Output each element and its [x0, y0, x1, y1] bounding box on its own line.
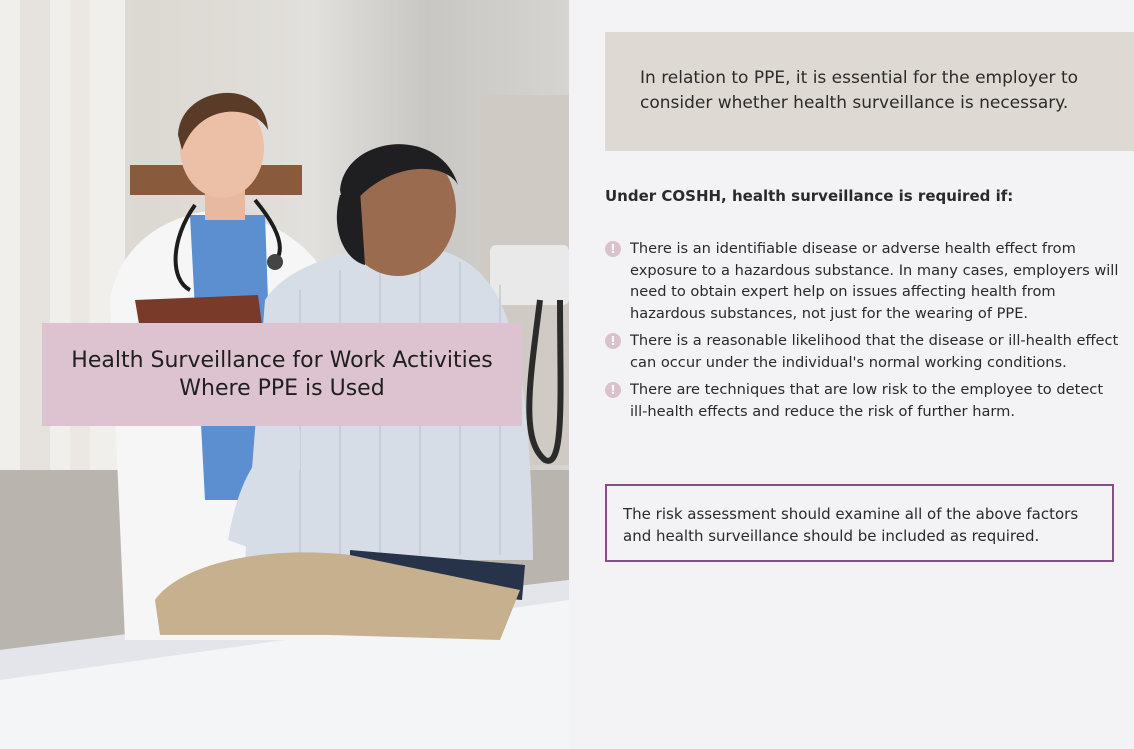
list-item: ! There are techniques that are low risk…: [605, 379, 1120, 422]
intro-text: In relation to PPE, it is essential for …: [640, 68, 1079, 113]
hero-title-card: Health Surveillance for Work Activities …: [42, 323, 522, 426]
exclamation-icon: !: [605, 382, 621, 398]
list-item-text: There are techniques that are low risk t…: [630, 381, 1104, 420]
note-text: The risk assessment should examine all o…: [623, 505, 1079, 545]
risk-assessment-note: The risk assessment should examine all o…: [605, 484, 1114, 562]
page-title: Health Surveillance for Work Activities …: [71, 347, 493, 401]
exclamation-icon: !: [605, 241, 621, 257]
coshh-requirements-list: ! There is an identifiable disease or ad…: [605, 238, 1120, 428]
hero-image: Health Surveillance for Work Activities …: [0, 0, 569, 749]
coshh-heading: Under COSHH, health surveillance is requ…: [605, 187, 1014, 205]
list-item: ! There is an identifiable disease or ad…: [605, 238, 1120, 324]
intro-callout: In relation to PPE, it is essential for …: [605, 32, 1134, 151]
exclamation-icon: !: [605, 333, 621, 349]
list-item-text: There is an identifiable disease or adve…: [630, 240, 1119, 322]
list-item: ! There is a reasonable likelihood that …: [605, 330, 1120, 373]
list-item-text: There is a reasonable likelihood that th…: [630, 332, 1119, 371]
